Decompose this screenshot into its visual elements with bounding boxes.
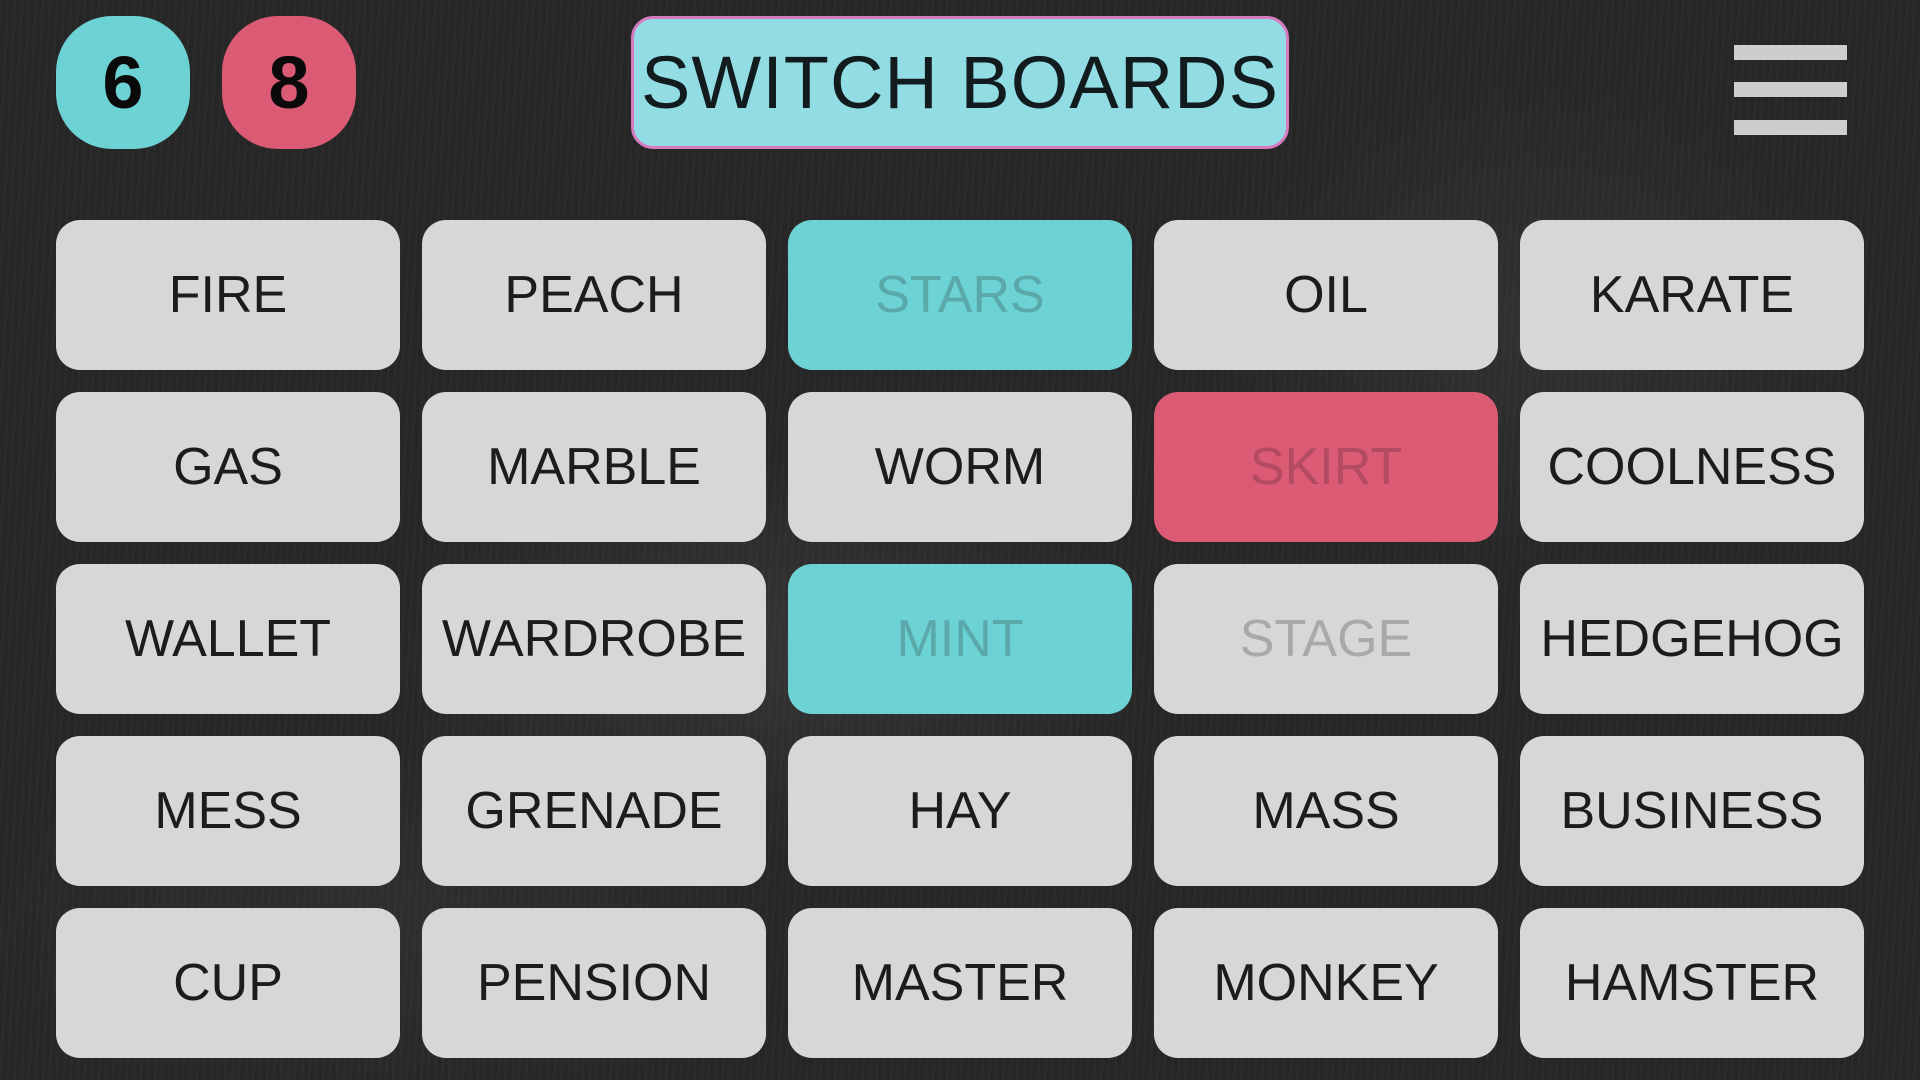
word-card-hamster[interactable]: HAMSTER (1520, 908, 1864, 1058)
word-card-grenade[interactable]: GRENADE (422, 736, 766, 886)
word-card-mess[interactable]: MESS (56, 736, 400, 886)
word-card-skirt[interactable]: SKIRT (1154, 392, 1498, 542)
word-card-cup[interactable]: CUP (56, 908, 400, 1058)
red-team-score: 8 (222, 16, 356, 149)
word-card-stage[interactable]: STAGE (1154, 564, 1498, 714)
word-card-wardrobe[interactable]: WARDROBE (422, 564, 766, 714)
hamburger-menu-icon[interactable] (1734, 45, 1847, 135)
word-card-master[interactable]: MASTER (788, 908, 1132, 1058)
word-card-stars[interactable]: STARS (788, 220, 1132, 370)
word-card-hay[interactable]: HAY (788, 736, 1132, 886)
word-card-mint[interactable]: MINT (788, 564, 1132, 714)
word-card-karate[interactable]: KARATE (1520, 220, 1864, 370)
word-board: FIRE PEACH STARS OIL KARATE GAS MARBLE WORM SKIR… (56, 220, 1864, 1058)
word-card-oil[interactable]: OIL (1154, 220, 1498, 370)
word-card-gas[interactable]: GAS (56, 392, 400, 542)
menu-bar (1734, 45, 1847, 60)
word-card-coolness[interactable]: COOLNESS (1520, 392, 1864, 542)
word-card-marble[interactable]: MARBLE (422, 392, 766, 542)
word-card-fire[interactable]: FIRE (56, 220, 400, 370)
word-card-worm[interactable]: WORM (788, 392, 1132, 542)
word-card-pension[interactable]: PENSION (422, 908, 766, 1058)
word-card-hedgehog[interactable]: HEDGEHOG (1520, 564, 1864, 714)
word-card-peach[interactable]: PEACH (422, 220, 766, 370)
word-card-business[interactable]: BUSINESS (1520, 736, 1864, 886)
switch-boards-button[interactable]: SWITCH BOARDS (631, 16, 1289, 149)
word-card-mass[interactable]: MASS (1154, 736, 1498, 886)
menu-bar (1734, 82, 1847, 97)
word-card-monkey[interactable]: MONKEY (1154, 908, 1498, 1058)
blue-team-score: 6 (56, 16, 190, 149)
menu-bar (1734, 120, 1847, 135)
word-card-wallet[interactable]: WALLET (56, 564, 400, 714)
